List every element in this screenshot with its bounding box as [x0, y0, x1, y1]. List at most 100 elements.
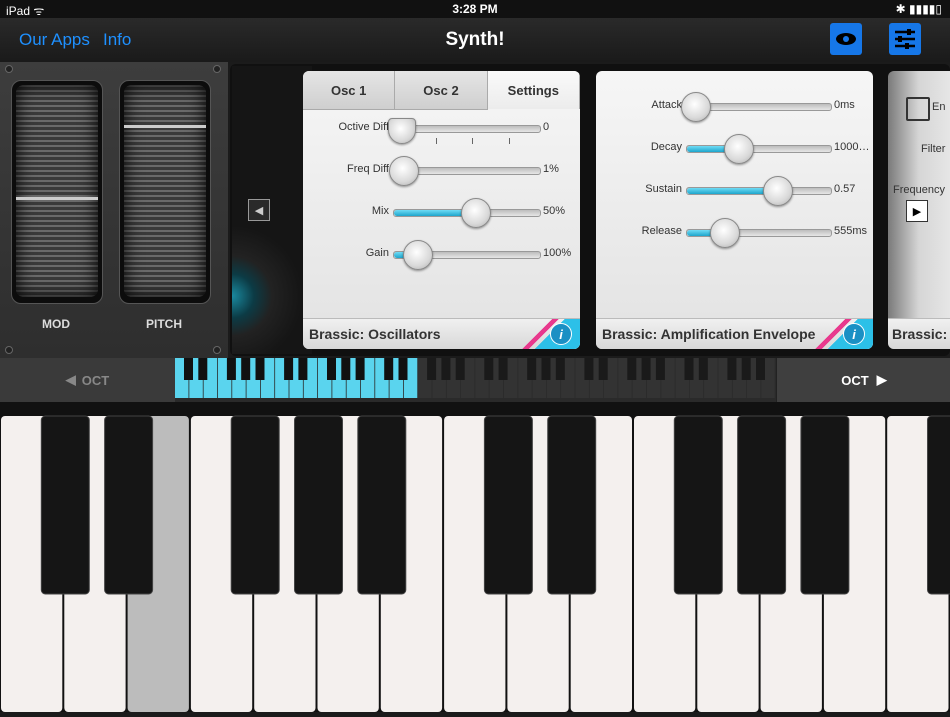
param-value: 0 — [543, 121, 549, 133]
param-value: 100% — [543, 247, 571, 259]
param-slider[interactable] — [686, 103, 832, 111]
minimap-black-key — [484, 358, 493, 380]
triangle-right-icon: ▶ — [877, 372, 887, 388]
minimap-black-key — [256, 358, 265, 380]
status-bar: iPad ᯤ 3:28 PM ✱ ▮▮▮▮▯ — [0, 0, 950, 18]
minimap-black-key — [356, 358, 365, 380]
save-icon[interactable] — [906, 97, 930, 121]
octave-bar: ◀OCT OCT▶ — [0, 358, 950, 402]
param-slider[interactable] — [393, 167, 541, 175]
info-button[interactable]: i — [843, 323, 865, 345]
tab-settings[interactable]: Settings — [488, 71, 580, 109]
minimap-black-key — [427, 358, 436, 380]
minimap-black-key — [384, 358, 393, 380]
black-key[interactable] — [358, 416, 406, 594]
info-button[interactable]: i — [550, 323, 572, 345]
keyboard-minimap[interactable] — [175, 358, 776, 402]
param-slider[interactable] — [393, 125, 541, 133]
tab-osc-1[interactable]: Osc 1 — [303, 71, 395, 110]
black-key[interactable] — [548, 416, 596, 594]
black-key[interactable] — [484, 416, 532, 594]
slider-thumb[interactable] — [388, 118, 416, 144]
card-title: Brassic: Oscillators — [309, 326, 441, 342]
minimap-black-key — [627, 358, 636, 380]
slider-thumb[interactable] — [710, 218, 740, 248]
card-footer: Brassic: — [888, 318, 950, 349]
triangle-left-icon: ◀ — [255, 204, 263, 217]
param-row: Freq Diff1% — [303, 161, 580, 181]
param-row: Mix 50% — [303, 203, 580, 223]
triangle-left-icon: ◀ — [66, 372, 76, 388]
minimap-black-key — [584, 358, 593, 380]
battery-icon: ✱ ▮▮▮▮▯ — [896, 2, 942, 16]
black-key[interactable] — [41, 416, 89, 594]
minimap-black-key — [556, 358, 565, 380]
amplification-card: Attack0msDecay1000…Sustain0.57Release555… — [596, 71, 873, 349]
settings-button[interactable] — [889, 23, 921, 55]
minimap-black-key — [685, 358, 694, 380]
view-button[interactable] — [830, 23, 862, 55]
minimap-black-key — [727, 358, 736, 380]
param-row: Attack0ms — [596, 97, 873, 117]
card-title: Brassic: — [892, 326, 947, 342]
param-value: 555ms — [834, 225, 867, 237]
minimap-black-key — [699, 358, 708, 380]
card-footer: Brassic: Amplification Envelope i — [596, 318, 873, 349]
slider-thumb[interactable] — [461, 198, 491, 228]
param-label: Gain — [303, 247, 389, 259]
octave-up-button[interactable]: OCT▶ — [776, 358, 950, 402]
screw-icon — [213, 65, 221, 73]
pitch-wheel[interactable] — [119, 80, 211, 304]
black-key[interactable] — [928, 416, 950, 594]
oscillators-card: Osc 1Osc 2Settings Octive Diff 0 Freq Diff… — [303, 71, 580, 349]
peek-label: En — [932, 101, 945, 113]
minimap-black-key — [284, 358, 293, 380]
eye-icon — [835, 32, 857, 46]
slider-thumb[interactable] — [389, 156, 419, 186]
octave-down-button[interactable]: ◀OCT — [0, 358, 175, 402]
param-value: 50% — [543, 205, 565, 217]
minimap-black-key — [456, 358, 465, 380]
black-key[interactable] — [231, 416, 279, 594]
param-row: Sustain0.57 — [596, 181, 873, 201]
piano-keyboard[interactable] — [0, 402, 950, 712]
minimap-black-key — [742, 358, 751, 380]
black-key[interactable] — [295, 416, 343, 594]
black-key[interactable] — [738, 416, 786, 594]
param-slider[interactable] — [393, 251, 541, 259]
slider-thumb[interactable] — [724, 134, 754, 164]
pitch-label: PITCH — [119, 317, 209, 331]
peek-label: Frequency — [893, 184, 945, 196]
param-slider[interactable] — [686, 229, 832, 237]
background-knob — [232, 66, 312, 354]
piano-keys — [0, 402, 950, 712]
tab-osc-2[interactable]: Osc 2 — [395, 71, 487, 110]
minimap-black-key — [527, 358, 536, 380]
black-key[interactable] — [105, 416, 153, 594]
slider-thumb[interactable] — [681, 92, 711, 122]
slider-thumb[interactable] — [403, 240, 433, 270]
param-slider[interactable] — [686, 187, 832, 195]
minimap-black-key — [441, 358, 450, 380]
param-row: Octive Diff 0 — [303, 119, 580, 139]
status-time: 3:28 PM — [0, 2, 950, 16]
minimap-black-key — [298, 358, 307, 380]
param-label: Mix — [303, 205, 389, 217]
minimap-black-key — [399, 358, 408, 380]
sliders-icon — [893, 27, 917, 51]
scroll-right-button[interactable]: ▶ — [906, 200, 928, 222]
wheel-panel: MOD PITCH — [0, 62, 228, 358]
card-title: Brassic: Amplification Envelope — [602, 326, 815, 342]
minimap-black-key — [656, 358, 665, 380]
scroll-left-button[interactable]: ◀ — [248, 199, 270, 221]
mod-wheel[interactable] — [11, 80, 103, 304]
param-label: Freq Diff — [303, 163, 389, 175]
slider-thumb[interactable] — [763, 176, 793, 206]
black-key[interactable] — [801, 416, 849, 594]
param-slider[interactable] — [393, 209, 541, 217]
param-label: Octive Diff — [303, 121, 389, 133]
black-key[interactable] — [674, 416, 722, 594]
param-label: Decay — [596, 141, 682, 153]
param-slider[interactable] — [686, 145, 832, 153]
slider-fill — [687, 188, 769, 194]
